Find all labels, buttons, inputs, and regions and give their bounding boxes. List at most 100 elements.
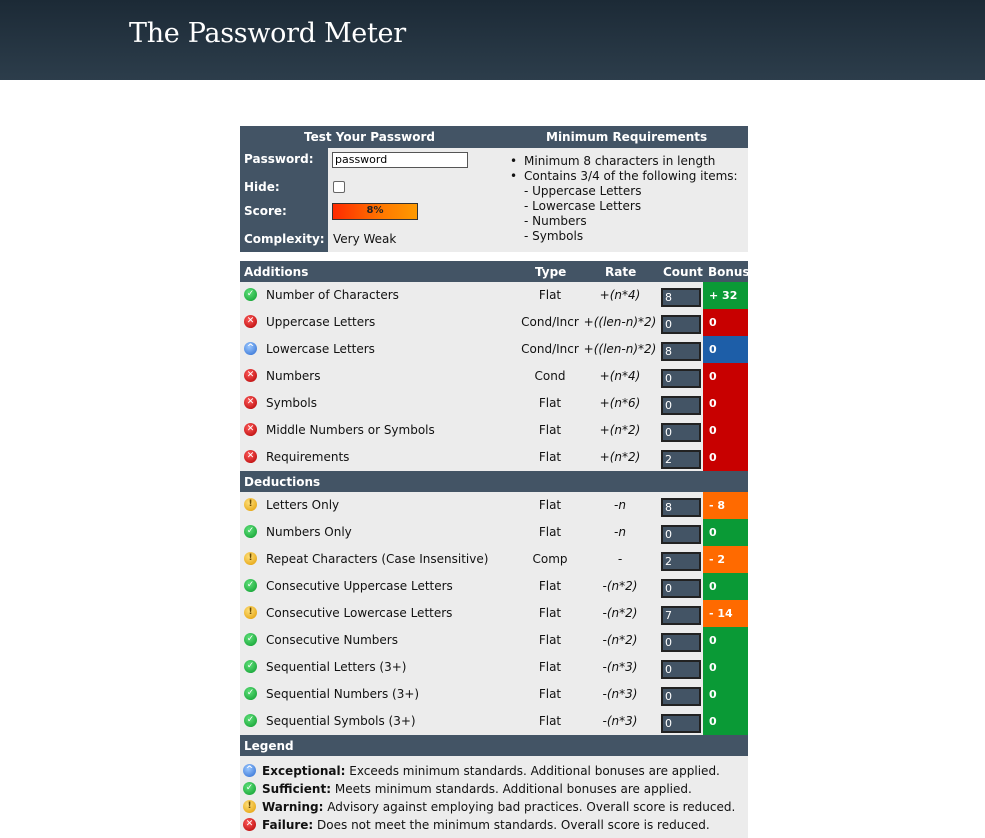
criterion-count: 8 xyxy=(661,288,701,307)
table-row: Consecutive Numbers Flat -(n*2) 00 xyxy=(240,627,748,654)
score-label: Score: xyxy=(244,204,287,218)
col-bonus: Bonus xyxy=(708,265,750,279)
legend-item: Failure: Does not meet the minimum stand… xyxy=(240,817,748,835)
additions-header: Additions Type Rate Count Bonus xyxy=(240,261,750,282)
criterion-bonus: 0 xyxy=(703,444,748,471)
criterion-name: Symbols xyxy=(266,396,317,410)
check-circle-icon xyxy=(244,633,257,646)
criterion-bonus: - 14 xyxy=(703,600,748,627)
test-heading: Test Your Password xyxy=(304,130,435,144)
password-input[interactable] xyxy=(332,152,468,168)
criterion-count: 2 xyxy=(661,450,701,469)
criterion-bonus: 0 xyxy=(703,654,748,681)
col-type: Type xyxy=(535,265,567,279)
check-circle-icon xyxy=(244,579,257,592)
criterion-rate: +(n*6) xyxy=(599,396,641,410)
criterion-type: Flat xyxy=(538,288,562,302)
criterion-name: Requirements xyxy=(266,450,350,464)
warning-circle-icon xyxy=(243,800,256,813)
criterion-rate: +(n*2) xyxy=(599,450,641,464)
col-count: Count xyxy=(663,265,703,279)
criterion-rate: - xyxy=(617,552,623,566)
criterion-type: Cond/Incr xyxy=(521,342,579,356)
warning-circle-icon xyxy=(244,606,257,619)
site-title: The Password Meter xyxy=(129,18,406,49)
x-circle-icon xyxy=(243,818,256,831)
requirement-subitem: - Lowercase Letters xyxy=(524,199,642,213)
table-row: Uppercase Letters Cond/Incr +((len-n)*2) 00 xyxy=(240,309,748,336)
criterion-bonus: + 32 xyxy=(703,282,748,309)
exceptional-circle-icon xyxy=(244,342,257,355)
requirement-subitem: - Uppercase Letters xyxy=(524,184,642,198)
deductions-heading: Deductions xyxy=(244,475,321,489)
criterion-bonus: 0 xyxy=(703,363,748,390)
site-header: The Password Meter xyxy=(0,0,985,80)
x-circle-icon xyxy=(244,396,257,409)
criterion-name: Letters Only xyxy=(266,498,340,512)
criterion-name: Uppercase Letters xyxy=(266,315,376,329)
criterion-count: 0 xyxy=(661,369,701,388)
test-panel: Test Your Password Minimum Requirements … xyxy=(240,126,748,252)
legend-item: Sufficient: Meets minimum standards. Add… xyxy=(240,781,748,799)
criterion-rate: +(n*4) xyxy=(599,369,641,383)
table-row: Requirements Flat +(n*2) 20 xyxy=(240,444,748,471)
criterion-count: 0 xyxy=(661,315,701,334)
x-circle-icon xyxy=(244,423,257,436)
criterion-count: 8 xyxy=(661,342,701,361)
check-circle-icon xyxy=(244,714,257,727)
criterion-bonus: 0 xyxy=(703,390,748,417)
legend-desc: Advisory against employing bad practices… xyxy=(327,800,736,814)
hide-checkbox[interactable] xyxy=(333,181,345,193)
complexity-value: Very Weak xyxy=(333,232,397,246)
criterion-type: Cond/Incr xyxy=(521,315,579,329)
criterion-count: 0 xyxy=(661,714,701,733)
legend-term: Failure: xyxy=(262,818,314,832)
criterion-bonus: 0 xyxy=(703,417,748,444)
deductions-table: Deductions Letters OnlyFlat-n8- 8Numbers… xyxy=(240,471,748,735)
criterion-rate: -(n*2) xyxy=(602,606,638,620)
criterion-count: 0 xyxy=(661,525,701,544)
criterion-type: Flat xyxy=(538,450,562,464)
table-row: Numbers Only Flat -n 00 xyxy=(240,519,748,546)
criterion-type: Flat xyxy=(538,714,562,728)
criterion-type: Flat xyxy=(538,579,562,593)
deductions-header: Deductions xyxy=(240,471,748,492)
criterion-name: Numbers Only xyxy=(266,525,352,539)
criterion-bonus: - 8 xyxy=(703,492,748,519)
legend-term: Exceptional: xyxy=(262,764,346,778)
warning-circle-icon xyxy=(244,498,257,511)
criterion-bonus: 0 xyxy=(703,681,748,708)
criterion-name: Numbers xyxy=(266,369,321,383)
check-circle-icon xyxy=(244,660,257,673)
criterion-type: Flat xyxy=(538,396,562,410)
requirement-item: Contains 3/4 of the following items: xyxy=(510,169,738,184)
criterion-bonus: 0 xyxy=(703,573,748,600)
criterion-name: Middle Numbers or Symbols xyxy=(266,423,435,437)
criterion-bonus: 0 xyxy=(703,336,748,363)
table-row: Numbers Cond +(n*4) 00 xyxy=(240,363,748,390)
password-meter: Test Your Password Minimum Requirements … xyxy=(240,126,750,838)
criterion-type: Flat xyxy=(538,633,562,647)
score-bar: 8% xyxy=(332,203,418,220)
additions-heading: Additions xyxy=(244,265,309,279)
criterion-rate: -n xyxy=(614,525,626,539)
criterion-rate: -(n*3) xyxy=(602,714,638,728)
legend-term: Warning: xyxy=(262,800,324,814)
criterion-bonus: 0 xyxy=(703,708,748,735)
criterion-name: Lowercase Letters xyxy=(266,342,375,356)
legend-desc: Exceeds minimum standards. Additional bo… xyxy=(349,764,720,778)
requirements-heading: Minimum Requirements xyxy=(546,130,708,144)
criterion-count: 2 xyxy=(661,552,701,571)
criterion-count: 0 xyxy=(661,633,701,652)
table-row: Lowercase Letters Cond/Incr +((len-n)*2) 80 xyxy=(240,336,748,363)
table-row: Sequential Symbols (3+) Flat -(n*3) 00 xyxy=(240,708,748,735)
criterion-count: 0 xyxy=(661,396,701,415)
criterion-rate: -n xyxy=(614,498,626,512)
x-circle-icon xyxy=(244,315,257,328)
criterion-name: Sequential Numbers (3+) xyxy=(266,687,420,701)
legend-desc: Meets minimum standards. Additional bonu… xyxy=(334,782,692,796)
legend-desc: Does not meet the minimum standards. Ove… xyxy=(317,818,710,832)
legend-header: Legend xyxy=(240,735,748,756)
legend-section: Legend Exceptional: Exceeds minimum stan… xyxy=(240,735,748,838)
criterion-bonus: - 2 xyxy=(703,546,748,573)
